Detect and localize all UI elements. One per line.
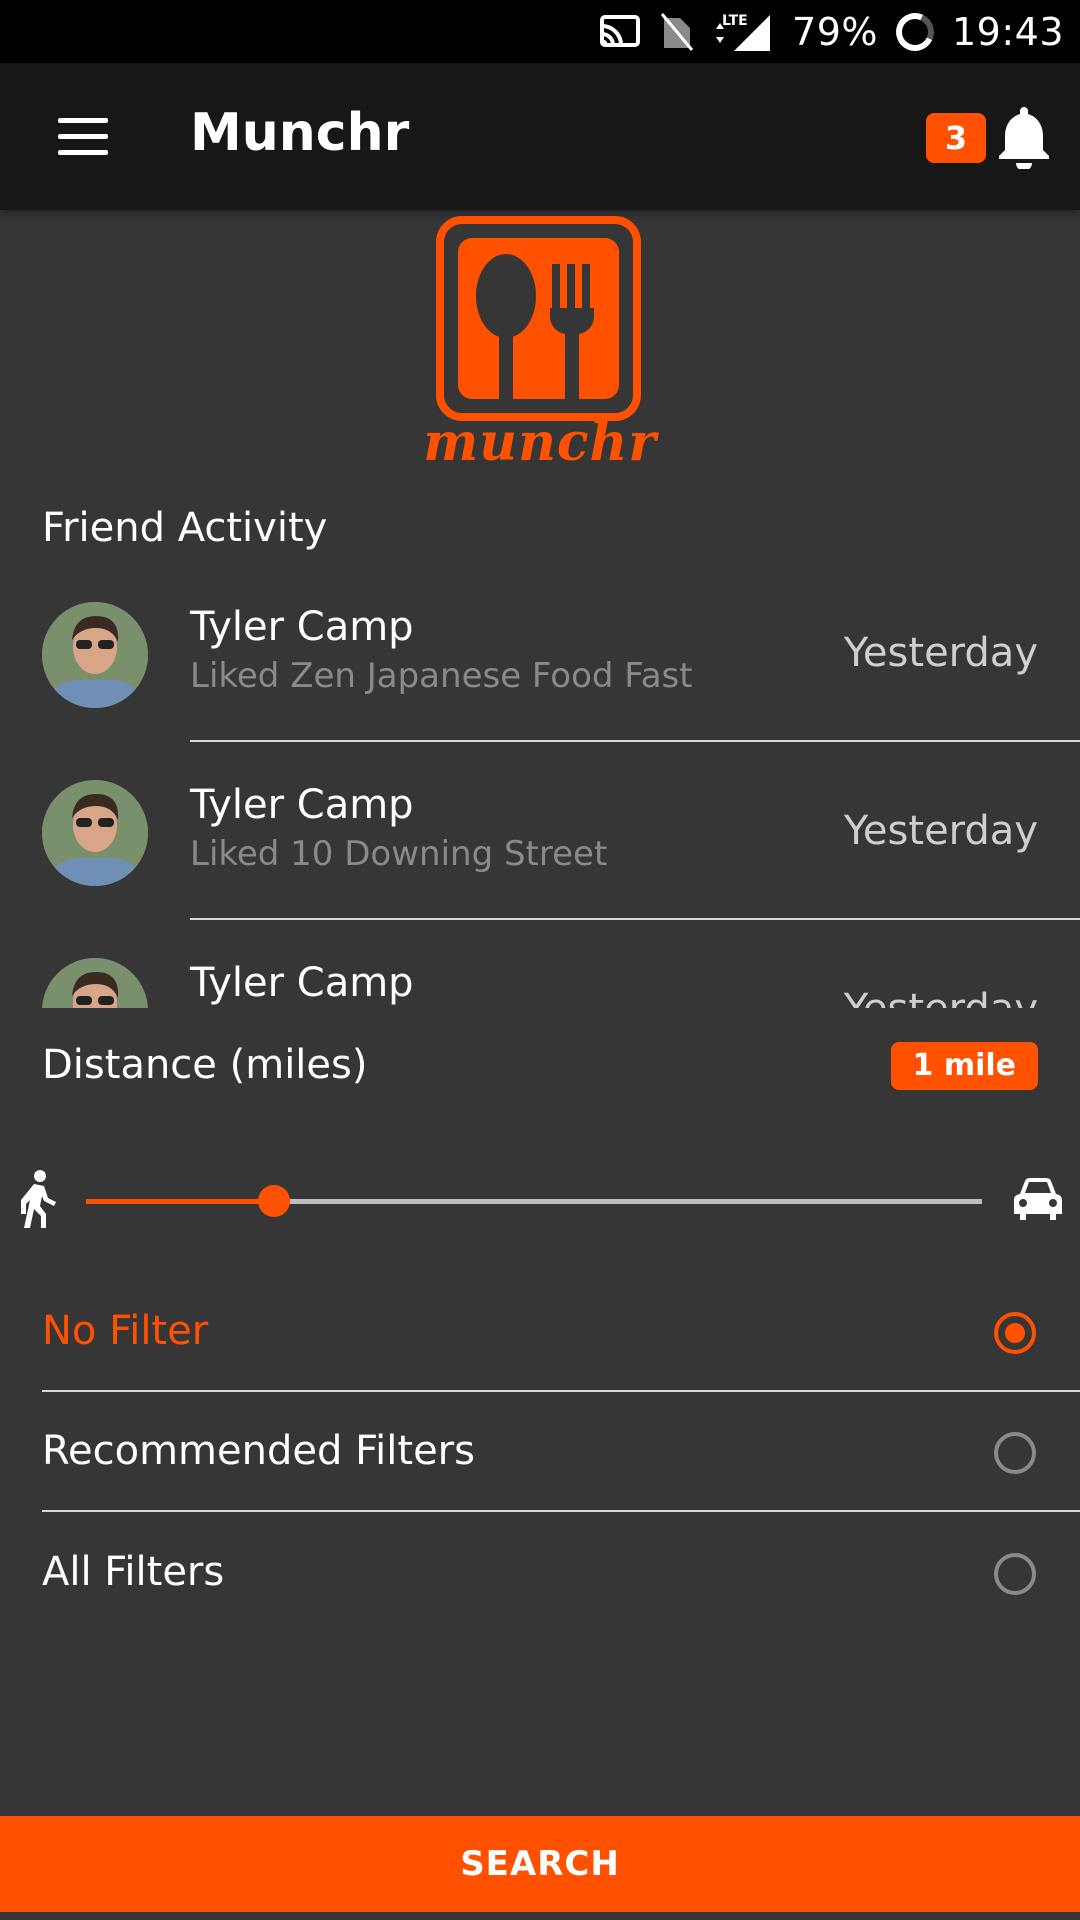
avatar [42, 780, 148, 886]
battery-icon [890, 7, 940, 56]
activity-row[interactable]: Tyler Camp Liked 10 Downing Street Yeste… [0, 758, 1080, 936]
activity-time: Yesterday [843, 808, 1038, 854]
filter-option-recommended[interactable]: Recommended Filters [42, 1392, 1080, 1512]
notification-count-badge[interactable]: 3 [926, 113, 986, 163]
status-bar: LTE 79% 19:43 [0, 0, 1080, 63]
cast-icon [600, 14, 641, 47]
no-sim-icon [660, 12, 694, 51]
radio-button[interactable] [994, 1432, 1036, 1474]
logo-wordmark: munchr [423, 412, 657, 473]
filter-label: Recommended Filters [42, 1428, 475, 1474]
radio-button[interactable] [994, 1553, 1036, 1595]
slider-fill [86, 1199, 275, 1204]
filter-option-no-filter[interactable]: No Filter [42, 1272, 1080, 1392]
app-bar: Munchr 3 [0, 63, 1080, 210]
network-type: LTE [722, 13, 748, 29]
divider [190, 740, 1080, 742]
activity-description: Liked Zen Japanese Food Fast [190, 656, 693, 696]
activity-row[interactable]: Tyler Camp Liked Zen Japanese Food Fast … [0, 580, 1080, 758]
avatar [42, 602, 148, 708]
activity-friend-name: Tyler Camp [190, 782, 414, 828]
clock: 19:43 [951, 9, 1064, 54]
filter-label: No Filter [42, 1308, 209, 1354]
distance-label: Distance (miles) [42, 1042, 368, 1088]
activity-time: Yesterday [844, 986, 1038, 1008]
app-title: Munchr [190, 103, 410, 163]
activity-time: Yesterday [843, 630, 1038, 676]
bell-icon[interactable] [996, 103, 1052, 169]
distance-value-badge: 1 mile [890, 1042, 1038, 1090]
car-icon [1014, 1178, 1062, 1220]
walk-icon [21, 1170, 56, 1228]
search-button[interactable]: SEARCH [0, 1816, 1080, 1912]
friend-activity-list[interactable]: Tyler Camp Liked Zen Japanese Food Fast … [0, 580, 1080, 1008]
battery-percent: 79% [792, 9, 878, 54]
filter-label: All Filters [42, 1549, 225, 1595]
activity-description: Liked 10 Downing Street [190, 834, 608, 874]
activity-row[interactable]: Tyler Camp Yesterday [0, 936, 1080, 1008]
menu-button[interactable] [58, 118, 110, 156]
distance-slider[interactable] [86, 1185, 982, 1217]
menu-icon [58, 118, 108, 123]
activity-friend-name: Tyler Camp [190, 604, 414, 650]
divider [190, 918, 1080, 920]
slider-thumb[interactable] [258, 1185, 291, 1217]
filter-option-all[interactable]: All Filters [42, 1513, 1080, 1633]
avatar [42, 958, 148, 1008]
radio-dot [1005, 1323, 1025, 1343]
activity-friend-name: Tyler Camp [190, 960, 414, 1006]
radio-button[interactable] [994, 1312, 1036, 1354]
signal-icon: LTE [716, 13, 771, 51]
friend-activity-title: Friend Activity [42, 505, 328, 551]
divider [42, 1510, 1080, 1512]
